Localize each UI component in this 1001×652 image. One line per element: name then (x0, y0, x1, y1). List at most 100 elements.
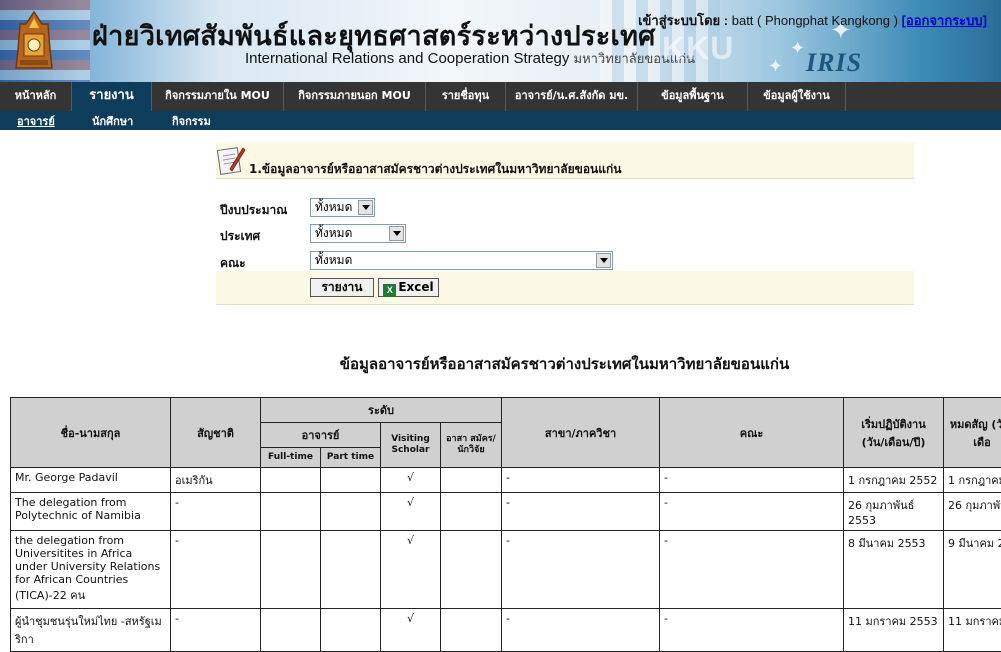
header-department: สาขา/ภาควิชา (502, 398, 660, 468)
iris-logo: IRIS (806, 48, 862, 78)
login-prefix: เข้าสู่ระบบโดย : (638, 13, 728, 28)
cell-nationality: อเมริกัน (171, 468, 261, 493)
cell-start-date: 26 กุมภาพันธ์ 2553 (844, 493, 944, 531)
header-visiting-scholar: Visiting Scholar (381, 423, 441, 468)
main-nav: หน้าหลัก รายงาน กิจกรรมภายใน MOU กิจกรรม… (0, 82, 1001, 111)
report-title: ข้อมูลอาจารย์หรืออาสาสมัครชาวต่างประเทศใ… (0, 352, 1001, 376)
sub-nav: อาจารย์ นักศึกษา กิจกรรม (0, 111, 1001, 130)
cell-start-date: 11 มกราคม 2553 (844, 609, 944, 652)
cell-department: - (502, 493, 660, 531)
header-faculty: คณะ (660, 398, 844, 468)
header-volunteer: อาสา สมัคร/ นักวิจัย (441, 423, 502, 468)
cell-fulltime (261, 493, 321, 531)
label-country: ประเทศ (220, 227, 260, 246)
nav-item-mou-internal[interactable]: กิจกรรมภายใน MOU (152, 82, 284, 111)
table-row: the delegation from Universitites in Afr… (11, 531, 1001, 609)
cell-visiting: √ (381, 468, 441, 493)
star-decoration-icon: ✦ (790, 38, 805, 59)
cell-parttime (321, 609, 381, 652)
cell-end-date: 11 มกราคม (944, 609, 1001, 652)
select-faculty[interactable]: ทั้งหมด (310, 251, 613, 270)
cell-nationality: - (171, 493, 261, 531)
nav-item-basic-data[interactable]: ข้อมูลพื้นฐาน (638, 82, 748, 111)
cell-department: - (502, 531, 660, 609)
subnav-item-student[interactable]: นักศึกษา (92, 112, 133, 130)
cell-end-date: 9 มีนาคม 2 (944, 531, 1001, 609)
subnav-item-activity[interactable]: กิจกรรม (172, 112, 211, 130)
cell-fulltime (261, 531, 321, 609)
cell-fulltime (261, 468, 321, 493)
cell-fulltime (261, 609, 321, 652)
cell-visiting: √ (381, 531, 441, 609)
header-nationality: สัญชาติ (171, 398, 261, 468)
nav-item-scholarships[interactable]: รายชื่อทุน (426, 82, 506, 111)
header-fulltime: Full-time (261, 448, 321, 468)
star-decoration-icon: ✦ (768, 56, 783, 77)
cell-nationality: - (171, 531, 261, 609)
cell-start-date: 1 กรกฎาคม 2552 (844, 468, 944, 493)
label-fiscal-year: ปีงบประมาณ (220, 201, 287, 220)
header-end-date: หมดสัญ (วัน/เดือ (944, 398, 1001, 468)
cell-faculty: - (660, 468, 844, 493)
kku-watermark: KKU (662, 30, 734, 67)
cell-department: - (502, 609, 660, 652)
cell-end-date: 26 กุมภาพัน (944, 493, 1001, 531)
cell-start-date: 8 มีนาคม 2553 (844, 531, 944, 609)
cell-visiting: √ (381, 609, 441, 652)
cell-faculty: - (660, 531, 844, 609)
chevron-down-icon[interactable] (596, 253, 611, 268)
table-row: The delegation from Polytechnic of Namib… (11, 493, 1001, 531)
cell-parttime (321, 531, 381, 609)
cell-department: - (502, 468, 660, 493)
cell-volunteer (441, 531, 502, 609)
cell-end-date: 1 กรกฎาคม (944, 468, 1001, 493)
chevron-down-icon[interactable] (389, 226, 404, 241)
nav-item-home[interactable]: หน้าหลัก (0, 82, 72, 111)
select-fiscal-year[interactable]: ทั้งหมด (310, 198, 375, 217)
cell-nationality: - (171, 609, 261, 652)
select-country[interactable]: ทั้งหมด (310, 224, 406, 243)
header-lecturer: อาจารย์ (261, 423, 381, 448)
document-pen-icon (216, 143, 246, 175)
cell-faculty: - (660, 493, 844, 531)
nav-item-staff-students[interactable]: อาจารย์/น.ศ.สังกัด มข. (506, 82, 638, 111)
excel-icon: X (383, 284, 396, 297)
select-fiscal-year-value: ทั้งหมด (315, 200, 352, 214)
excel-button[interactable]: XExcel (378, 278, 439, 297)
cell-name: ผู้นำชุมชนรุ่นใหม่ไทย -สหรัฐเมริกา (11, 609, 171, 652)
login-user: batt ( Phongphat Kangkong ) (732, 13, 898, 28)
logout-link[interactable]: [ออกจากระบบ] (902, 13, 987, 28)
cell-name: the delegation from Universitites in Afr… (11, 531, 171, 609)
cell-volunteer (441, 609, 502, 652)
select-country-value: ทั้งหมด (315, 226, 352, 240)
cell-name: Mr. George Padavil (11, 468, 171, 493)
report-table: ชื่อ-นามสกุล สัญชาติ ระดับ สาขา/ภาควิชา … (10, 397, 1001, 652)
excel-button-label: Excel (398, 280, 433, 294)
nav-item-user-data[interactable]: ข้อมูลผู้ใช้งาน (748, 82, 846, 111)
table-row: Mr. George Padavil อเมริกัน √ - - 1 กรกฎ… (11, 468, 1001, 493)
login-info: เข้าสู่ระบบโดย : batt ( Phongphat Kangko… (638, 10, 987, 31)
university-logo-icon (14, 10, 54, 72)
cell-parttime (321, 493, 381, 531)
header-start-date: เริ่มปฏิบัติงาน (วัน/เดือน/ปี) (844, 398, 944, 468)
nav-item-report[interactable]: รายงาน (72, 82, 152, 111)
header-title-english-text: International Relations and Cooperation … (245, 50, 569, 67)
table-row: ผู้นำชุมชนรุ่นใหม่ไทย -สหรัฐเมริกา - √ -… (11, 609, 1001, 652)
report-button[interactable]: รายงาน (310, 278, 374, 297)
subnav-item-lecturer[interactable]: อาจารย์ (17, 112, 55, 130)
header-parttime: Part time (321, 448, 381, 468)
header-name: ชื่อ-นามสกุล (11, 398, 171, 468)
nav-item-mou-external[interactable]: กิจกรรมภายนอก MOU (284, 82, 426, 111)
form-panel-header: 1.ข้อมูลอาจารย์หรืออาสาสมัครชาวต่างประเท… (216, 142, 914, 179)
site-header: ฝ่ายวิเทศสัมพันธ์และยุทธศาสตร์ระหว่างประ… (0, 0, 1001, 82)
form-title: 1.ข้อมูลอาจารย์หรืออาสาสมัครชาวต่างประเท… (249, 160, 621, 179)
cell-name: The delegation from Polytechnic of Namib… (11, 493, 171, 531)
header-level: ระดับ (261, 398, 502, 423)
select-faculty-value: ทั้งหมด (315, 253, 352, 267)
cell-volunteer (441, 493, 502, 531)
cell-parttime (321, 468, 381, 493)
cell-visiting: √ (381, 493, 441, 531)
cell-faculty: - (660, 609, 844, 652)
chevron-down-icon[interactable] (358, 200, 373, 215)
header-title-english: International Relations and Cooperation … (245, 48, 695, 69)
